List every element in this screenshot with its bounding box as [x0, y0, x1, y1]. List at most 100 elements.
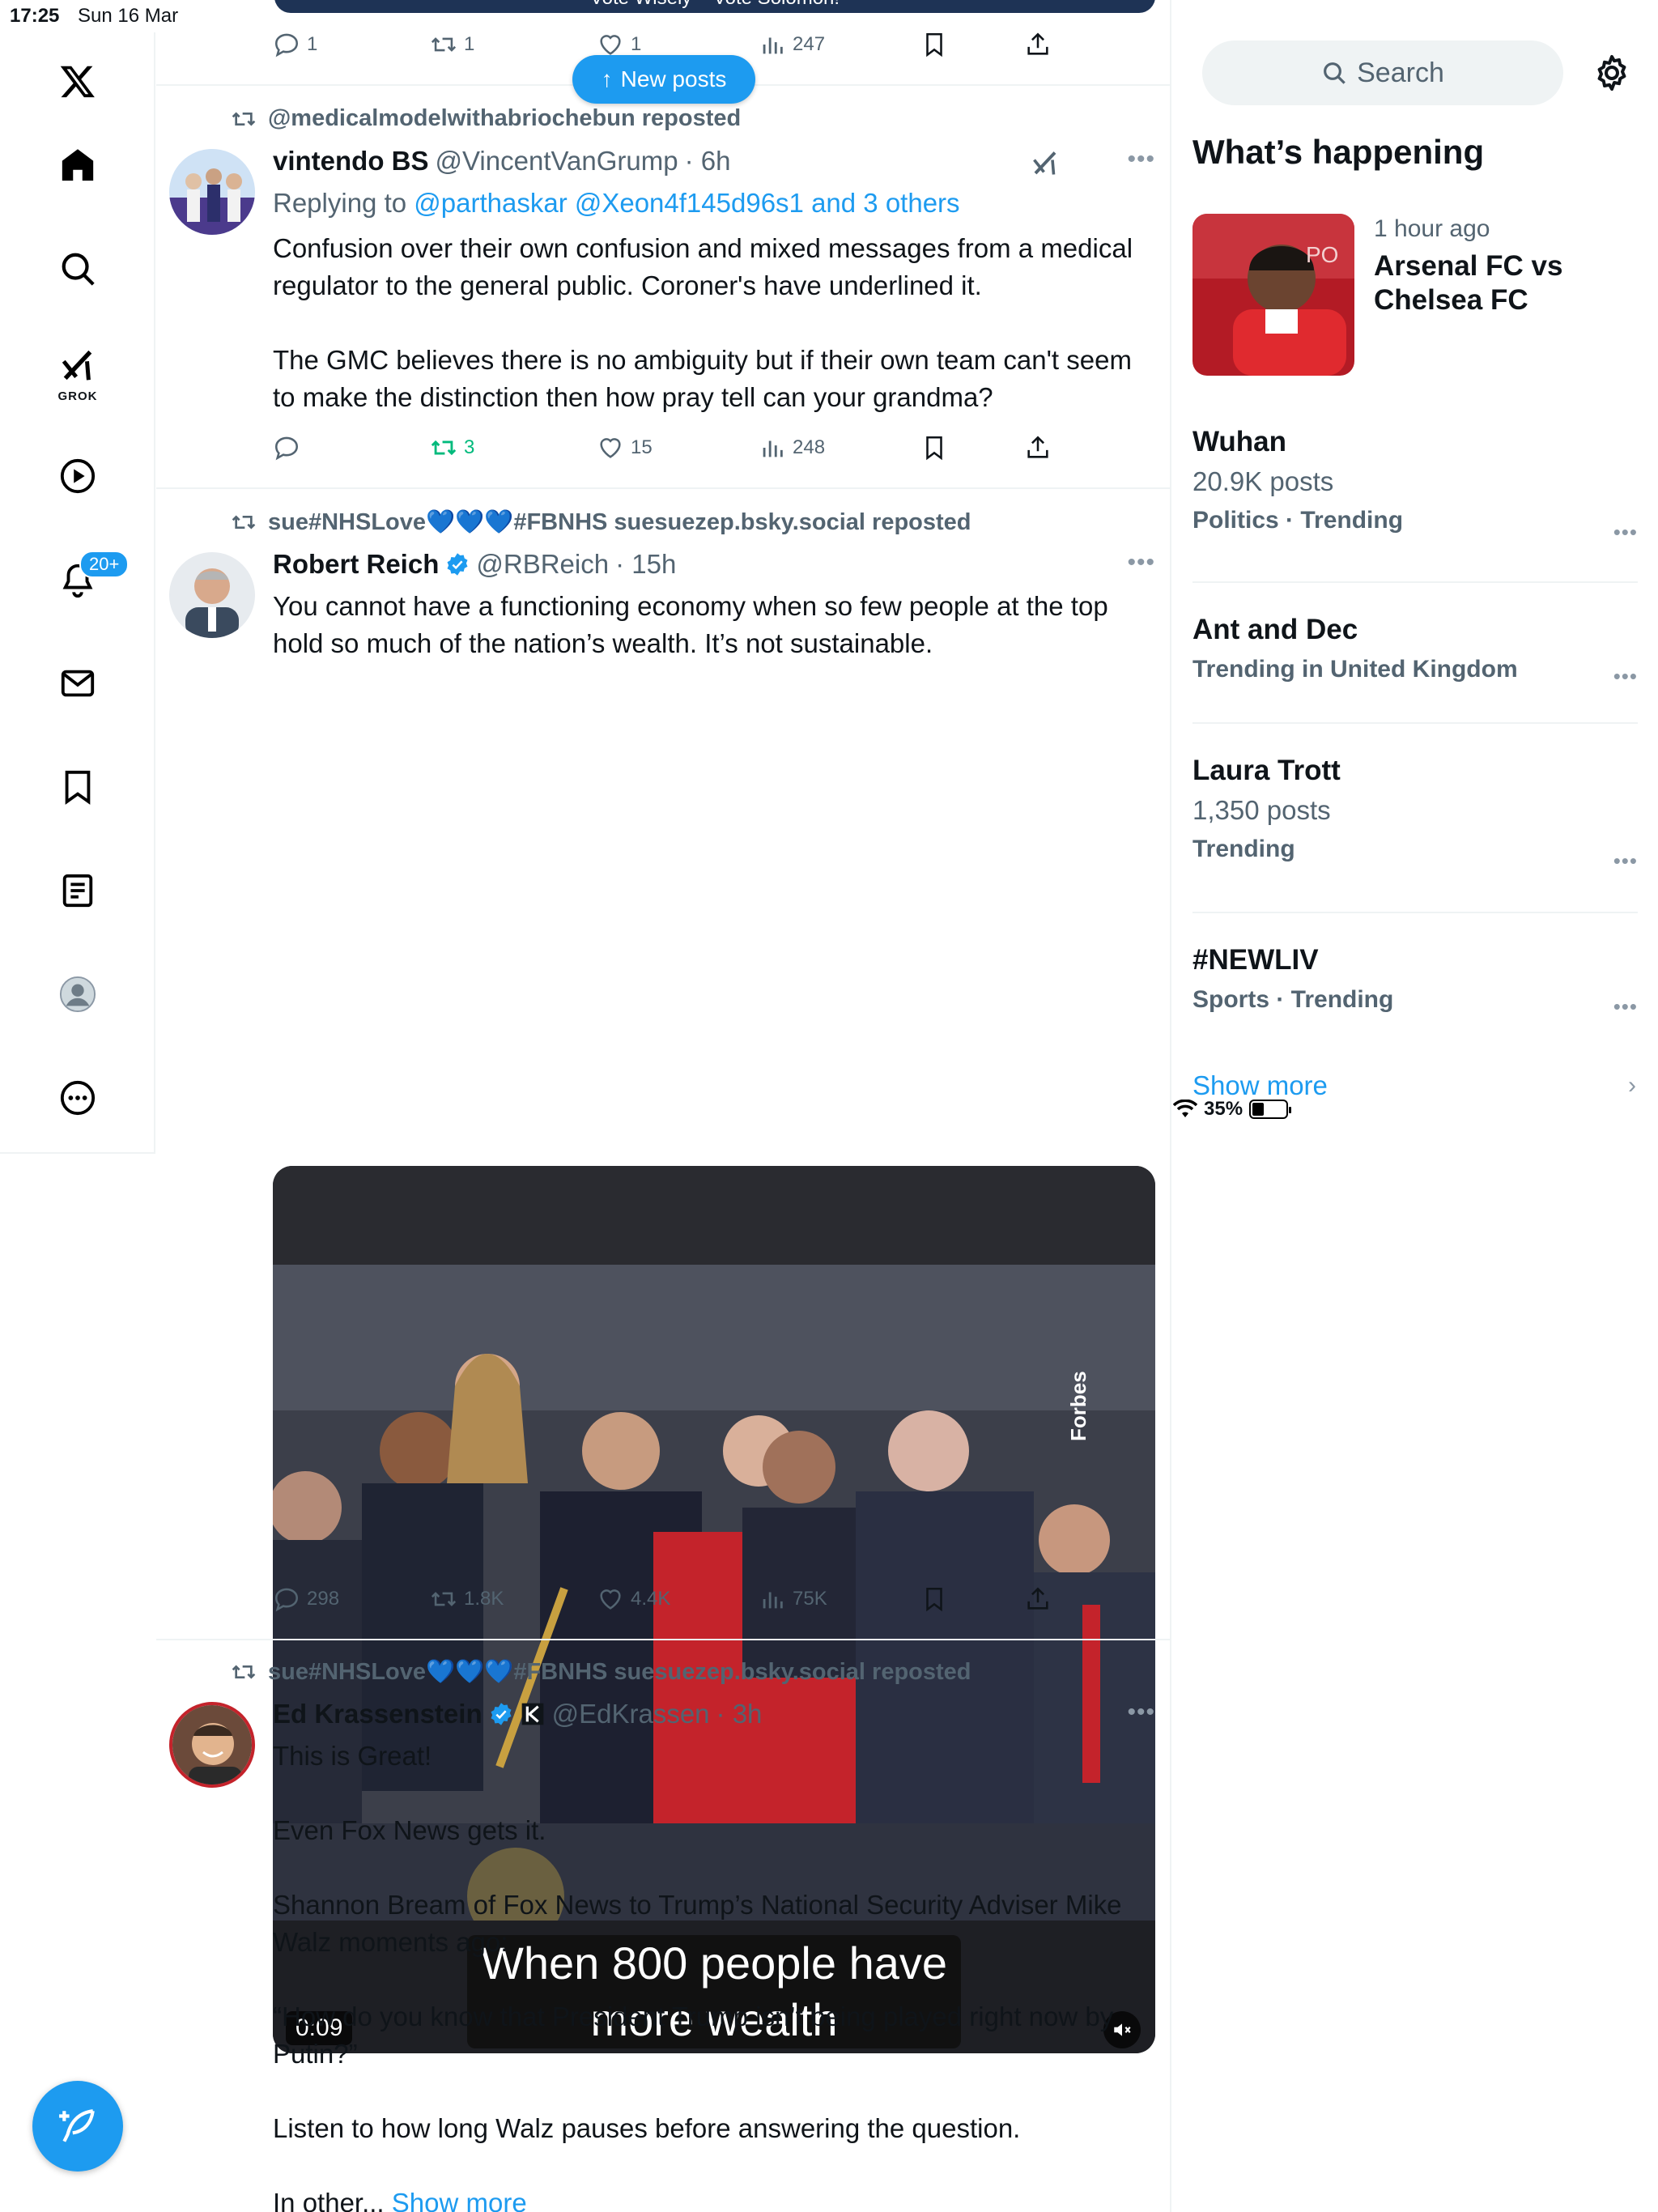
search-input[interactable]: Search	[1202, 40, 1563, 105]
featured-thumbnail[interactable]: PO	[1192, 214, 1354, 376]
author-name[interactable]: Ed Krassenstein	[273, 1699, 483, 1729]
views-count: 75K	[793, 1588, 827, 1610]
search-icon[interactable]	[37, 228, 118, 309]
like-button[interactable]: 15	[597, 428, 653, 468]
timeline: Vote Wisely – Vote Solomon! 1 1 1 247 ↑ …	[156, 0, 1171, 2212]
avatar[interactable]	[169, 149, 255, 235]
trend-item[interactable]: Ant and Dec Trending in United Kingdom •…	[1192, 614, 1638, 688]
replying-prefix: Replying to	[273, 188, 414, 218]
x-logo-icon[interactable]	[37, 40, 118, 121]
bookmark-button[interactable]	[920, 428, 948, 468]
divider	[1192, 912, 1638, 913]
views-button[interactable]: 75K	[759, 1579, 827, 1619]
bookmark-button[interactable]	[920, 24, 948, 65]
post-paragraph: “How do you know that President Trump is…	[273, 2001, 1114, 2069]
more-options-icon[interactable]: •••	[1127, 146, 1155, 173]
trend-more-icon[interactable]: •••	[1613, 994, 1638, 1019]
show-more-trends-link[interactable]: Show more	[1192, 1070, 1328, 1101]
trend-category: Politics · Trending	[1192, 507, 1404, 534]
author-name[interactable]: vintendo BS	[273, 146, 429, 177]
views-button[interactable]: 248	[759, 428, 825, 468]
post[interactable]: sue#NHSLove💙💙💙#FBNHS suesuezep.bsky.soci…	[156, 487, 1170, 2053]
trend-more-icon[interactable]: •••	[1613, 849, 1638, 874]
share-button[interactable]	[1024, 24, 1052, 65]
more-options-icon[interactable]: •••	[1127, 549, 1155, 576]
verified-badge-icon	[491, 1703, 512, 1725]
post-time: · 6h	[684, 146, 731, 176]
bookmark-button[interactable]	[920, 1579, 948, 1619]
lists-icon[interactable]	[37, 850, 118, 931]
home-icon[interactable]	[37, 125, 118, 206]
reply-icon	[274, 1588, 299, 1612]
trend-title: Laura Trott	[1192, 755, 1341, 786]
search-icon	[1324, 62, 1346, 84]
repost-button[interactable]: 1.8K	[430, 1579, 504, 1619]
divider	[1192, 722, 1638, 724]
reply-icon	[274, 436, 299, 461]
author-name[interactable]: Robert Reich	[273, 549, 439, 580]
notifications-badge: 20+	[79, 551, 130, 578]
trend-more-icon[interactable]: •••	[1613, 520, 1638, 545]
author-handle[interactable]: @VincentVanGrump	[436, 146, 678, 177]
more-options-icon[interactable]: •••	[1127, 1699, 1155, 1726]
repost-attribution: sue#NHSLove💙💙💙#FBNHS suesuezep.bsky.soci…	[231, 1658, 971, 1686]
share-icon	[1027, 1587, 1048, 1610]
grok-icon[interactable]	[1031, 149, 1060, 178]
like-button[interactable]: 4.4K	[597, 1579, 670, 1619]
trend-item[interactable]: Laura Trott 1,350 posts Trending •••	[1192, 755, 1638, 873]
post-actions: 298 1.8K 4.4K 75K	[273, 1579, 1082, 1619]
trend-item[interactable]: #NEWLIV Sports · Trending •••	[1192, 944, 1638, 1019]
share-button[interactable]	[1024, 1579, 1052, 1619]
like-count: 1	[631, 33, 642, 55]
truncated-text: In other...	[273, 2188, 385, 2212]
reply-count: 1	[307, 33, 318, 55]
author-handle[interactable]: @RBReich	[476, 549, 609, 580]
repost-attribution: sue#NHSLove💙💙💙#FBNHS suesuezep.bsky.soci…	[231, 508, 971, 536]
reply-button[interactable]: 1	[273, 24, 317, 65]
repost-button[interactable]: 3	[430, 428, 474, 468]
replying-to-link[interactable]: @parthaskar @Xeon4f145d96s1 and 3 others	[414, 188, 959, 218]
repost-icon	[431, 37, 457, 52]
avatar[interactable]	[169, 1702, 255, 1788]
post[interactable]: @medicalmodelwithabriochebun reposted vi…	[156, 84, 1170, 489]
new-posts-label: New posts	[620, 66, 727, 91]
grok-icon[interactable]: GROK	[37, 332, 118, 413]
post-paragraph: You cannot have a functioning economy wh…	[273, 591, 1108, 658]
trend-title: Wuhan	[1192, 426, 1287, 457]
compose-post-button[interactable]	[32, 2081, 123, 2172]
repost-icon	[431, 440, 457, 456]
profile-avatar-icon[interactable]	[37, 954, 118, 1035]
gear-icon[interactable]	[1592, 53, 1631, 92]
compose-feather-icon	[59, 2109, 95, 2142]
notifications-bell-icon[interactable]: 20+	[37, 539, 130, 620]
trend-category: Sports · Trending	[1192, 986, 1394, 1013]
repost-by-text: @medicalmodelwithabriochebun reposted	[268, 105, 742, 131]
new-posts-button[interactable]: ↑ New posts	[572, 55, 755, 104]
trend-more-icon[interactable]: •••	[1613, 664, 1638, 689]
reply-button[interactable]	[273, 428, 307, 468]
repost-button[interactable]: 1	[430, 24, 474, 65]
reply-button[interactable]: 298	[273, 1579, 339, 1619]
bookmarks-icon[interactable]	[37, 747, 118, 827]
avatar[interactable]	[169, 552, 255, 638]
affiliate-badge-icon	[521, 1703, 543, 1725]
whats-happening-heading: What’s happening	[1192, 133, 1485, 171]
show-more-link[interactable]: Show more	[392, 2188, 527, 2212]
post-paragraph: Shannon Bream of Fox News to Trump’s Nat…	[273, 1890, 1122, 1957]
video-icon[interactable]	[37, 436, 118, 517]
trend-item[interactable]: Wuhan 20.9K posts Politics · Trending ••…	[1192, 426, 1638, 544]
post-text: You cannot have a functioning economy wh…	[273, 588, 1155, 700]
video-top-band	[273, 1166, 1155, 1265]
messages-icon[interactable]	[37, 643, 118, 724]
post-time: · 15h	[615, 549, 677, 579]
post-text: This is Great! Even Fox News gets it. Sh…	[273, 1738, 1155, 2212]
featured-title[interactable]: Arsenal FC vs Chelsea FC	[1374, 249, 1633, 317]
views-button[interactable]: 247	[759, 24, 825, 65]
post-paragraph: Even Fox News gets it.	[273, 1815, 546, 1845]
post-header: vintendo BS @VincentVanGrump · 6h	[273, 146, 730, 177]
forbes-watermark: Forbes	[1066, 1371, 1090, 1441]
more-options-icon[interactable]	[37, 1057, 118, 1138]
post[interactable]: sue#NHSLove💙💙💙#FBNHS suesuezep.bsky.soci…	[156, 1639, 1170, 2212]
share-button[interactable]	[1024, 428, 1052, 468]
author-handle[interactable]: @EdKrassen	[552, 1699, 710, 1729]
